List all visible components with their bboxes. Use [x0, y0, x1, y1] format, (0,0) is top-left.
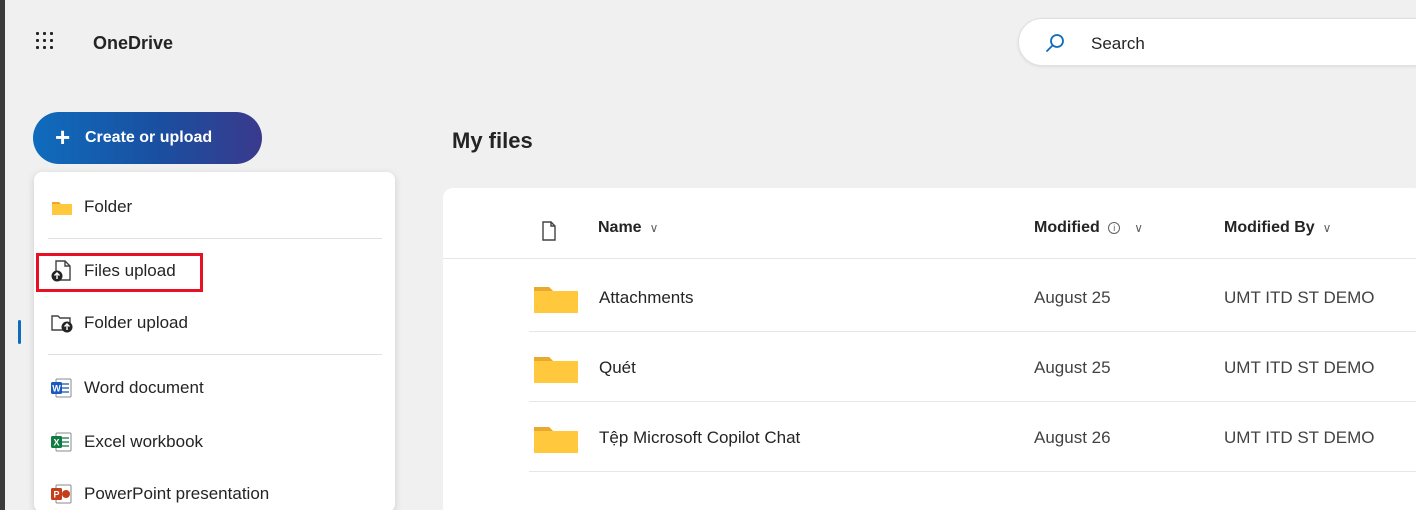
menu-item-word-document[interactable]: W Word document [34, 367, 395, 407]
app-name[interactable]: OneDrive [93, 33, 173, 54]
modified-date: August 25 [1034, 288, 1111, 307]
file-type-icon[interactable] [541, 221, 557, 241]
word-icon: W [51, 378, 72, 398]
create-button-label: Create or upload [85, 129, 213, 146]
column-label: Modified By [1224, 219, 1315, 236]
modified-by: UMT ITD ST DEMO [1224, 358, 1375, 377]
menu-item-excel-workbook[interactable]: X Excel workbook [34, 421, 395, 461]
create-or-upload-button[interactable]: + Create or upload [33, 112, 262, 164]
table-row[interactable]: Attachments August 25 UMT ITD ST DEMO [529, 262, 1416, 332]
powerpoint-icon: P [51, 484, 72, 504]
modified-by: UMT ITD ST DEMO [1224, 428, 1375, 447]
modified-by: UMT ITD ST DEMO [1224, 288, 1375, 307]
menu-divider [48, 354, 382, 355]
folder-icon [534, 287, 578, 313]
folder-icon [534, 357, 578, 383]
column-header-modified-by[interactable]: Modified By ∨ [1224, 219, 1331, 237]
menu-item-powerpoint-presentation[interactable]: P PowerPoint presentation [34, 473, 395, 510]
search-placeholder: Search [1091, 34, 1145, 53]
column-header-modified[interactable]: Modified i ∨ [1034, 219, 1143, 237]
column-label: Name [598, 219, 642, 236]
modified-date: August 26 [1034, 428, 1111, 447]
table-row[interactable]: Quét August 25 UMT ITD ST DEMO [529, 332, 1416, 402]
nav-selection-indicator [18, 320, 21, 344]
column-label: Modified [1034, 219, 1100, 236]
file-name[interactable]: Tệp Microsoft Copilot Chat [599, 428, 800, 448]
search-input[interactable]: Search [1018, 18, 1416, 66]
file-list: Name ∨ Modified i ∨ Modified By ∨ Attachmen… [443, 188, 1416, 510]
top-bar: OneDrive Search [5, 0, 1416, 90]
file-name[interactable]: Quét [599, 358, 636, 378]
svg-text:X: X [53, 438, 59, 448]
page-title: My files [452, 128, 533, 153]
menu-item-label: Folder [84, 197, 133, 216]
menu-item-label: Excel workbook [84, 432, 204, 451]
header-divider [443, 258, 1416, 259]
menu-item-label: PowerPoint presentation [84, 484, 270, 503]
menu-item-folder[interactable]: Folder [34, 186, 395, 226]
folder-icon [534, 427, 578, 453]
info-icon: i [1108, 222, 1121, 234]
file-name[interactable]: Attachments [599, 288, 694, 308]
highlight-box [36, 253, 203, 292]
folder-icon [52, 202, 72, 215]
menu-divider [48, 238, 382, 239]
column-header-name[interactable]: Name ∨ [598, 219, 658, 237]
app-launcher-icon[interactable] [34, 30, 56, 52]
plus-icon: + [55, 122, 71, 152]
menu-item-label: Word document [84, 378, 204, 397]
chevron-down-icon: ∨ [1134, 221, 1144, 235]
svg-text:P: P [53, 490, 59, 500]
chevron-down-icon: ∨ [1322, 221, 1332, 235]
modified-date: August 25 [1034, 358, 1111, 377]
folder-upload-icon [51, 315, 73, 333]
create-menu: Folder Files upload Folder upload W Word… [34, 172, 395, 510]
svg-text:W: W [52, 384, 61, 394]
chevron-down-icon: ∨ [649, 221, 659, 235]
table-row[interactable]: Tệp Microsoft Copilot Chat August 26 UMT… [529, 402, 1416, 472]
menu-item-label: Folder upload [84, 313, 188, 332]
row-divider [529, 471, 1416, 472]
excel-icon: X [51, 432, 72, 452]
search-icon [1046, 34, 1064, 52]
menu-item-folder-upload[interactable]: Folder upload [34, 302, 395, 342]
